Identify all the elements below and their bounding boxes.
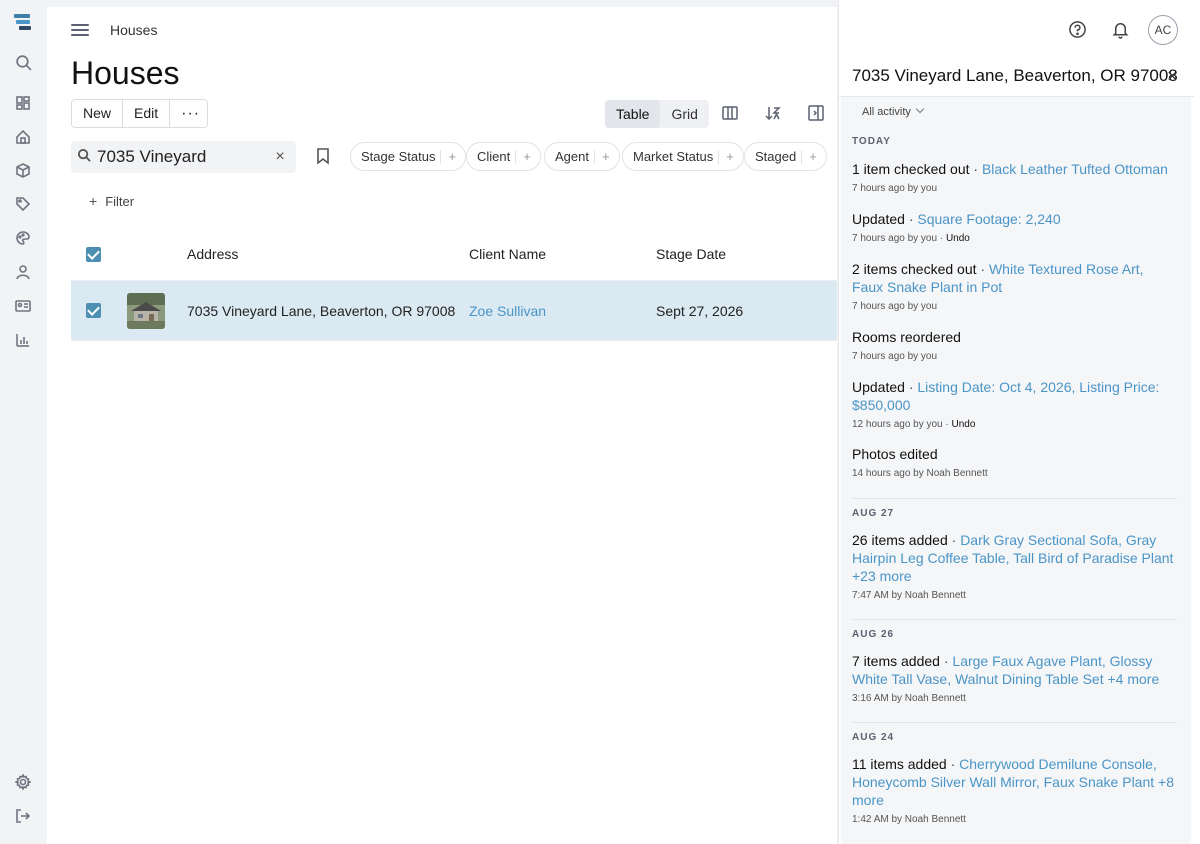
new-button[interactable]: New <box>72 100 124 127</box>
section-today: TODAY <box>852 136 891 147</box>
section-aug-27: AUG 27 <box>852 508 895 519</box>
activity-item: Photos edited 14 hours ago by Noah Benne… <box>852 446 988 479</box>
contact-card-icon[interactable] <box>12 295 34 317</box>
activity-item: Updated · Square Footage: 2,240 7 hours … <box>852 211 1061 244</box>
panel-title: 7035 Vineyard Lane, Beaverton, OR 97008 <box>852 66 1178 85</box>
column-header-stage-date[interactable]: Stage Date <box>656 246 726 262</box>
activity-item: 2 items checked out · White Textured Ros… <box>852 261 1144 312</box>
column-header-address[interactable]: Address <box>187 246 238 262</box>
app-root: Houses Houses New Edit ··· Table Grid × <box>0 0 1200 844</box>
search-icon <box>77 148 92 168</box>
activity-item: Updated · Listing Date: Oct 4, 2026, Lis… <box>852 379 1160 430</box>
tags-icon[interactable] <box>12 193 34 215</box>
undo-button[interactable]: Undo <box>946 233 970 244</box>
box-icon[interactable] <box>12 160 34 182</box>
side-panel-toggle-icon[interactable] <box>807 104 827 124</box>
table-row[interactable]: 7035 Vineyard Lane, Beaverton, OR 97008 … <box>71 281 837 341</box>
activity-item: 11 items added · Cherrywood Demilune Con… <box>852 756 1174 825</box>
user-icon[interactable] <box>12 261 34 283</box>
undo-button[interactable]: Undo <box>952 419 976 430</box>
row-client-link[interactable]: Zoe Sullivan <box>469 303 546 319</box>
edit-button[interactable]: Edit <box>123 100 171 127</box>
section-divider <box>852 498 1177 499</box>
bell-icon[interactable] <box>1111 20 1130 44</box>
activity-item: 7 items added · Large Faux Agave Plant, … <box>852 653 1160 704</box>
activity-item: Rooms reordered 7 hours ago by you <box>852 329 961 362</box>
avatar[interactable]: AC <box>1148 15 1178 45</box>
columns-icon[interactable] <box>721 104 741 124</box>
grid-view-button[interactable]: Grid <box>660 100 708 128</box>
row-address[interactable]: 7035 Vineyard Lane, Beaverton, OR 97008 <box>187 303 455 319</box>
chip-agent[interactable]: Agent + <box>544 142 620 171</box>
column-header-client-name[interactable]: Client Name <box>469 246 546 262</box>
sign-out-icon[interactable] <box>12 805 34 827</box>
activity-filter-dropdown[interactable]: All activity <box>862 104 925 118</box>
breadcrumb[interactable]: Houses <box>110 22 157 38</box>
section-aug-26: AUG 26 <box>852 629 895 640</box>
activity-panel: 7035 Vineyard Lane, Beaverton, OR 97008 … <box>838 0 1200 844</box>
chip-market-status[interactable]: Market Status + <box>622 142 744 171</box>
activity-item: 26 items added · Dark Gray Sectional Sof… <box>852 532 1174 601</box>
palette-icon[interactable] <box>12 227 34 249</box>
section-aug-24: AUG 24 <box>852 732 895 743</box>
page-title: Houses <box>71 55 180 91</box>
search-input[interactable] <box>97 145 267 169</box>
sort-icon[interactable] <box>764 104 784 124</box>
table-view-button[interactable]: Table <box>605 100 661 128</box>
chip-stage-status[interactable]: Stage Status + <box>350 142 467 171</box>
clear-search-icon[interactable]: × <box>271 148 289 166</box>
section-divider <box>852 722 1177 723</box>
search-icon[interactable] <box>12 51 34 73</box>
help-icon[interactable] <box>1068 20 1087 44</box>
filter-button[interactable]: + Filter <box>89 193 134 209</box>
select-all-checkbox[interactable] <box>86 247 101 262</box>
section-divider <box>852 619 1177 620</box>
dashboard-icon[interactable] <box>12 92 34 114</box>
row-checkbox[interactable] <box>86 303 101 318</box>
view-toggle: Table Grid <box>605 100 709 128</box>
logo-icon[interactable] <box>12 12 34 34</box>
home-icon[interactable] <box>12 126 34 148</box>
reports-icon[interactable] <box>12 329 34 351</box>
search-box: × <box>71 141 296 173</box>
settings-icon[interactable] <box>12 771 34 793</box>
house-thumbnail <box>127 293 165 329</box>
close-panel-icon[interactable]: × <box>1167 66 1178 87</box>
more-options-button[interactable]: ··· <box>170 100 208 127</box>
chip-client[interactable]: Client + <box>466 142 541 171</box>
table-header: Address Client Name Stage Date <box>71 229 837 281</box>
bookmark-icon[interactable] <box>315 147 331 170</box>
row-stage-date: Sept 27, 2026 <box>656 303 744 319</box>
main-panel: Houses Houses New Edit ··· Table Grid × <box>47 7 837 844</box>
plus-icon: + <box>89 193 98 209</box>
hamburger-menu-icon[interactable] <box>71 21 89 39</box>
chevron-down-icon <box>915 104 925 114</box>
action-button-group: New Edit ··· <box>71 99 209 128</box>
activity-item: 1 item checked out · Black Leather Tufte… <box>852 161 1168 194</box>
chip-staged[interactable]: Staged + <box>744 142 827 171</box>
left-rail <box>0 0 46 844</box>
